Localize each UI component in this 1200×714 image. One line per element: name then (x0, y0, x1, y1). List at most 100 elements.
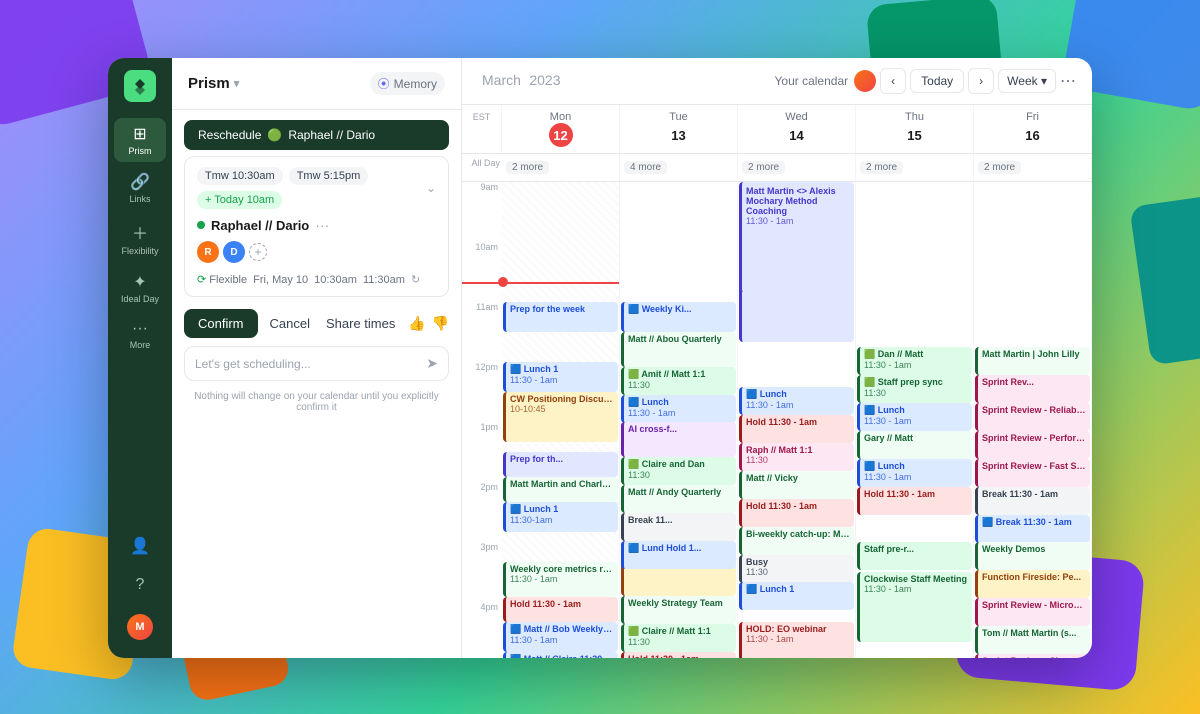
sidebar-add-user[interactable]: 👤 (114, 530, 166, 562)
calendar-event[interactable]: Staff pre-r... (857, 542, 972, 570)
calendar-event[interactable]: Matt // Andy Quarterly (621, 485, 736, 513)
time-1pm: 1pm (462, 422, 502, 482)
calendar-event[interactable]: Weekly core metrics re...11:30 - 1am (503, 562, 618, 597)
time-pill-today[interactable]: + Today 10am (197, 191, 282, 209)
calendar-event[interactable]: HOLD: EO webinar11:30 - 1am (739, 622, 854, 658)
more-options-button[interactable]: ⋯ (1060, 71, 1076, 91)
calendar-event[interactable]: Hold 11:30 - 1am (621, 652, 736, 658)
calendar-event[interactable]: 🟦 Lunch11:30 - 1am (857, 403, 972, 431)
calendar-event[interactable]: Prep for the week (503, 302, 618, 332)
sidebar-item-links[interactable]: 🔗 Links (114, 166, 166, 210)
calendar-event[interactable]: Bi-weekly catch-up: Ma... (739, 527, 854, 555)
calendar-event[interactable]: Break 11... (621, 513, 736, 541)
time-pill-tmw1[interactable]: Tmw 10:30am (197, 167, 283, 185)
calendar-event[interactable]: Hold 11:30 - 1am (857, 487, 972, 515)
calendar-event[interactable]: 🟦 Matt // Bob Weekly 1:111:30 - 1am (503, 622, 618, 652)
more-pill-thu[interactable]: 2 more (860, 161, 903, 174)
sidebar-profile[interactable]: M (114, 608, 166, 646)
more-pill-wed[interactable]: 2 more (742, 161, 785, 174)
calendar-event[interactable]: Break 11:30 - 1am (975, 487, 1090, 515)
calendar-event[interactable]: Matt // Abou Quarterly (621, 332, 736, 367)
thumbs-down-icon[interactable]: 👎 (432, 315, 449, 332)
calendar-event[interactable]: Hold 11:30 - 1am (503, 597, 618, 622)
calendar-event[interactable]: Weekly Demos (975, 542, 1090, 570)
deco-teal (1129, 195, 1200, 366)
thumbs-up-icon[interactable]: 👍 (408, 315, 425, 332)
calendar-event[interactable]: Hold 11:30 - 1am (739, 499, 854, 527)
prev-week-button[interactable]: ‹ (880, 68, 906, 94)
user-avatar: M (127, 614, 153, 640)
send-button[interactable]: ➤ (426, 355, 438, 372)
reschedule-banner: Reschedule 🟢 Raphael // Dario (184, 120, 449, 150)
calendar-event[interactable]: 🟦 Lunch11:30 - 1am (739, 387, 854, 415)
calendar-event[interactable]: 🟦 Lunch11:30 - 1am (621, 395, 736, 423)
app-logo[interactable] (124, 70, 156, 102)
calendar-event[interactable]: 🟩 Amit // Matt 1:111:30 (621, 367, 736, 395)
calendar-event[interactable]: Matt // Vicky (739, 471, 854, 499)
event-options-button[interactable]: ··· (315, 217, 329, 233)
calendar-event[interactable]: 🟦 Lunch 1 (739, 582, 854, 610)
current-time-line (462, 282, 619, 284)
time-2pm: 2pm (462, 482, 502, 542)
calendar-event[interactable]: Prep for th... (503, 452, 618, 477)
calendar-event[interactable]: Sprint Rev... (975, 375, 1090, 403)
calendar-event[interactable]: Busy11:30 (739, 555, 854, 583)
calendar-event[interactable]: Function Fireside: Pe... (975, 570, 1090, 598)
sidebar-item-flexibility[interactable]: ＋ Flexibility (114, 214, 166, 262)
calendar-event[interactable]: Matt Martin | John Lilly (975, 347, 1090, 375)
next-week-button[interactable]: › (968, 68, 994, 94)
calendar-event[interactable]: 🟦 Weekly Ki... (621, 302, 736, 332)
more-pill-mon[interactable]: 2 more (506, 161, 549, 174)
calendar-event[interactable]: 🟦 Break 11:30 - 1am (975, 515, 1090, 543)
memory-badge[interactable]: ⦿ Memory (370, 72, 445, 95)
more-pill-tue[interactable]: 4 more (624, 161, 667, 174)
feedback-icons: 👍 👎 (408, 315, 449, 332)
calendar-event[interactable]: Clockwise Staff Meeting11:30 - 1am (857, 572, 972, 642)
calendar-event[interactable]: Raph // Matt 1:111:30 (739, 443, 854, 471)
more-pill-fri[interactable]: 2 more (978, 161, 1021, 174)
calendar-event[interactable]: Sprint Review - Reliable... (975, 403, 1090, 431)
calendar-event[interactable]: 🟩 Staff prep sync11:30 (857, 375, 972, 403)
event-name: Raphael // Dario ··· (197, 217, 436, 233)
calendar-event[interactable]: 🟦 Lunch 111:30 - 1am (503, 362, 618, 392)
calendar-event[interactable]: Weekly Strategy Team (621, 596, 736, 624)
calendar-event[interactable]: 🟦 Lund Hold 1... (621, 541, 736, 569)
calendar-event[interactable]: Sprint Review - Perform... (975, 431, 1090, 459)
expand-button[interactable]: ⌄ (426, 181, 436, 195)
calendar-event[interactable]: CW Positioning Discussion10-10:45 (503, 392, 618, 442)
confirm-button[interactable]: Confirm (184, 309, 258, 338)
idealday-icon: ✦ (133, 272, 146, 292)
sidebar-item-prism[interactable]: ⊞ Prism (114, 118, 166, 162)
calendar-event[interactable]: Matt Martin and Charle... (503, 477, 618, 502)
calendar-event[interactable]: 🟩 Dan // Matt11:30 - 1am (857, 347, 972, 375)
time-pills: Tmw 10:30am Tmw 5:15pm + Today 10am (197, 167, 426, 209)
calendar-event-mochary[interactable]: Matt Martin <> Alexis Mochary Method Coa… (739, 182, 854, 292)
calendar-event[interactable]: 🟩 Claire and Dan11:30 (621, 457, 736, 485)
calendar-event[interactable]: Sprint Review - Microso... (975, 598, 1090, 626)
calendar-event[interactable]: Tom // Matt Martin (s... (975, 626, 1090, 654)
cancel-button[interactable]: Cancel (266, 309, 314, 338)
sidebar-item-more[interactable]: ··· More (114, 314, 166, 356)
left-panel: Prism ▾ ⦿ Memory Reschedule 🟢 Raphael //… (172, 58, 462, 658)
calendar-event[interactable]: 🟩 Claire // Matt 1:111:30 (621, 624, 736, 652)
time-labels: 9am 10am 11am 12pm 1pm 2pm 3pm 4pm 5pm 6… (462, 182, 502, 658)
week-select[interactable]: Week ▾ (998, 69, 1056, 93)
calendar-event[interactable]: 🟦 Lunch11:30 - 1am (857, 459, 972, 487)
sidebar-item-idealday[interactable]: ✦ Ideal Day (114, 266, 166, 310)
calendar-event[interactable]: Sprint Review - Shareat... (975, 654, 1090, 658)
sidebar-help[interactable]: ? (114, 570, 166, 600)
calendar-event[interactable]: 🟦 Lunch 111:30-1am (503, 502, 618, 532)
prism-icon: ⊞ (133, 124, 146, 144)
prism-title[interactable]: Prism ▾ (188, 75, 239, 92)
calendar-event[interactable]: Gary // Matt (857, 431, 972, 459)
calendar-event[interactable]: 🟦 Matt // Claire 11:30-1am (503, 652, 618, 658)
recurring-icon: ↻ (411, 273, 420, 286)
add-attendee-button[interactable]: + (249, 243, 267, 261)
today-button[interactable]: Today (910, 69, 964, 93)
share-times-button[interactable]: Share times (322, 309, 399, 338)
calendar-event[interactable]: Hold 11:30 - 1am (739, 415, 854, 443)
time-pill-tmw2[interactable]: Tmw 5:15pm (289, 167, 369, 185)
all-day-thu: 2 more (856, 154, 974, 181)
calendar-event[interactable]: Sprint Review - Fast Sc... (975, 459, 1090, 487)
calendar-event[interactable]: AI cross-f... (621, 422, 736, 457)
